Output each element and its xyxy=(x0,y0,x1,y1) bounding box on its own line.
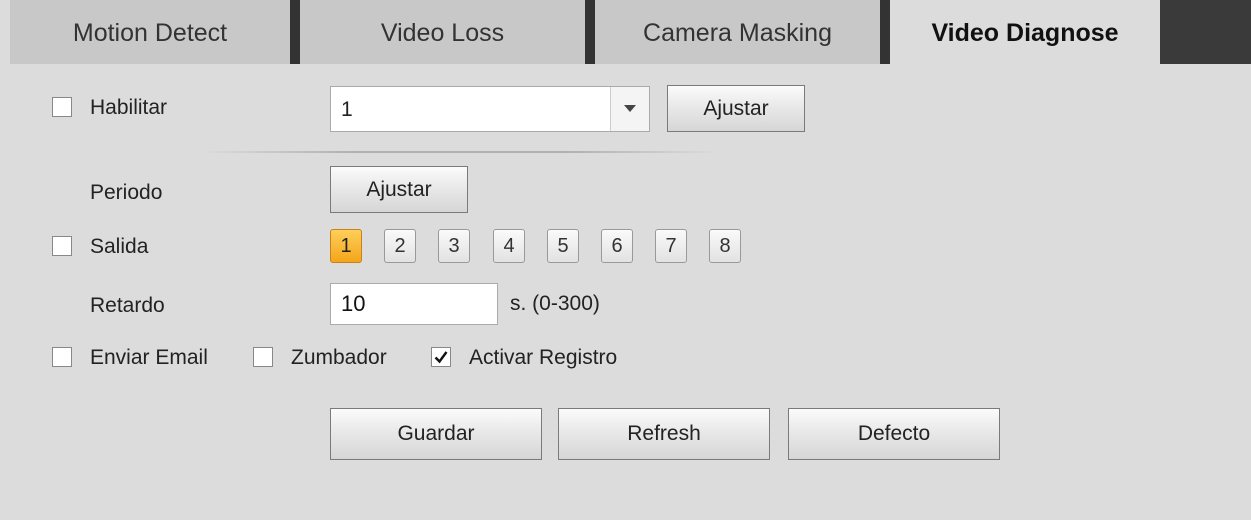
channel-select[interactable]: 1 xyxy=(330,86,650,132)
chevron-down-icon[interactable] xyxy=(610,87,649,131)
save-button[interactable]: Guardar xyxy=(330,408,542,460)
refresh-button[interactable]: Refresh xyxy=(558,408,770,460)
output-channel-6[interactable]: 6 xyxy=(601,229,633,263)
delay-label: Retardo xyxy=(90,294,165,317)
tab-camera-masking[interactable]: Camera Masking xyxy=(595,0,890,64)
output-checkbox[interactable] xyxy=(52,236,72,256)
checkmark-icon xyxy=(434,351,448,364)
delay-unit: s. (0-300) xyxy=(510,292,600,315)
activate-log-checkbox[interactable] xyxy=(431,347,451,367)
period-adjust-button[interactable]: Ajustar xyxy=(330,166,468,213)
buzzer-label: Zumbador xyxy=(291,346,387,369)
period-label: Periodo xyxy=(90,181,163,204)
tab-video-loss[interactable]: Video Loss xyxy=(300,0,595,64)
buzzer-checkbox[interactable] xyxy=(253,347,273,367)
send-email-checkbox[interactable] xyxy=(52,347,72,367)
enable-checkbox[interactable] xyxy=(52,97,72,117)
output-channel-8[interactable]: 8 xyxy=(709,229,741,263)
output-channel-7[interactable]: 7 xyxy=(655,229,687,263)
activate-log-label: Activar Registro xyxy=(469,346,618,369)
enable-label: Habilitar xyxy=(90,96,168,119)
tab-video-diagnose[interactable]: Video Diagnose xyxy=(890,0,1160,64)
output-channel-3[interactable]: 3 xyxy=(438,229,470,263)
delay-input[interactable] xyxy=(330,283,498,325)
divider xyxy=(200,151,720,153)
output-channel-1[interactable]: 1 xyxy=(330,229,362,263)
output-channel-5[interactable]: 5 xyxy=(547,229,579,263)
tab-motion-detect[interactable]: Motion Detect xyxy=(10,0,300,64)
output-label: Salida xyxy=(90,235,149,258)
output-channel-4[interactable]: 4 xyxy=(493,229,525,263)
default-button[interactable]: Defecto xyxy=(788,408,1000,460)
tab-bar: Motion Detect Video Loss Camera Masking … xyxy=(10,0,1251,64)
send-email-label: Enviar Email xyxy=(90,346,208,369)
adjust-button[interactable]: Ajustar xyxy=(667,85,805,132)
output-channel-2[interactable]: 2 xyxy=(384,229,416,263)
channel-select-value: 1 xyxy=(341,98,353,121)
